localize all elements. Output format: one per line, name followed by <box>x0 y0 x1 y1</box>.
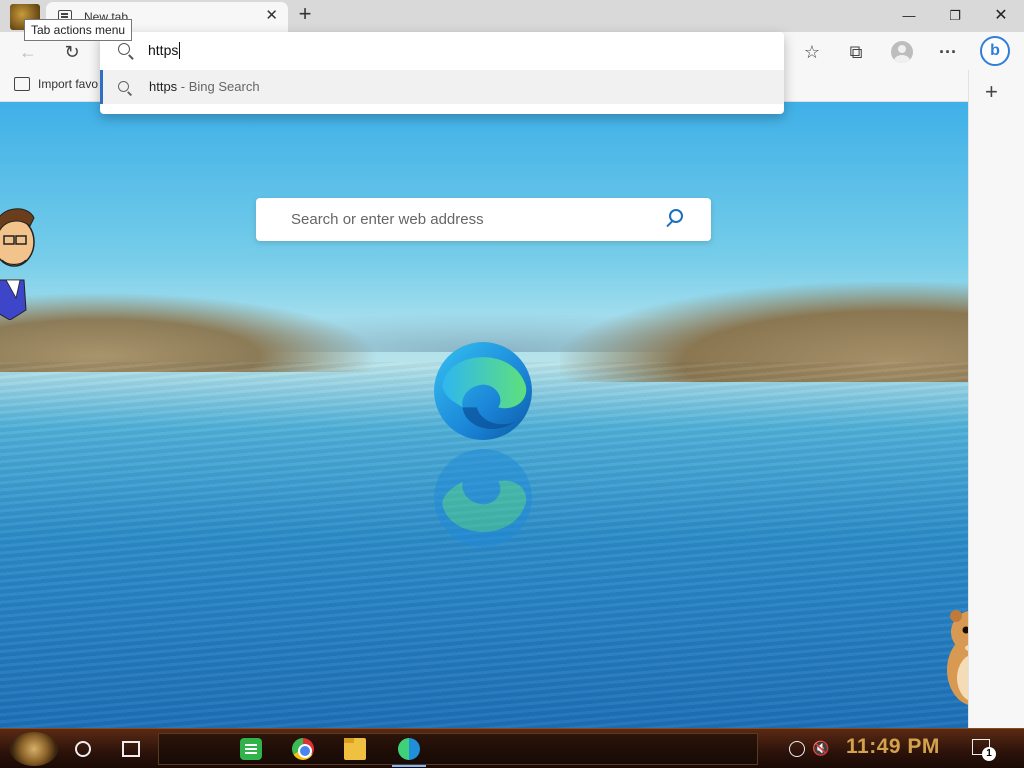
address-input[interactable]: https <box>148 42 181 59</box>
tab-actions-tooltip: Tab actions menu <box>24 19 133 41</box>
active-app-indicator <box>392 765 426 767</box>
address-bar[interactable]: https <box>100 32 784 70</box>
maximize-button[interactable]: ❐ <box>937 4 973 28</box>
background-hill-left <box>0 292 380 372</box>
taskbar: 🔇 11:49 PM 1 <box>0 728 1024 768</box>
more-menu-icon[interactable]: ··· <box>934 38 962 66</box>
edge-icon[interactable] <box>398 738 420 760</box>
ntp-search-placeholder: Search or enter web address <box>291 211 484 228</box>
desktop-character-mascot <box>0 208 35 320</box>
suggestion-source: - Bing Search <box>177 79 260 94</box>
task-view-icon[interactable] <box>122 741 140 757</box>
screen: New tab ✕ + — ❐ ✕ Tab actions menu ← ↻ ☆… <box>0 0 1024 768</box>
close-window-button[interactable]: ✕ <box>983 4 1019 28</box>
suggestion-query: https <box>149 79 178 94</box>
profile-button[interactable] <box>888 38 916 66</box>
desktop-hamster-mascot <box>947 610 968 705</box>
file-explorer-icon[interactable] <box>344 738 366 760</box>
notification-badge: 1 <box>982 747 996 761</box>
volume-muted-icon[interactable]: 🔇 <box>812 740 829 757</box>
ntp-search-box[interactable]: Search or enter web address <box>256 198 711 241</box>
search-icon <box>118 81 129 92</box>
avatar <box>891 41 913 63</box>
import-favorites-link[interactable]: Import favo <box>38 77 98 91</box>
sticky-notes-icon[interactable] <box>240 738 262 760</box>
suggestion-item[interactable]: https - Bing Search <box>100 70 784 104</box>
search-icon <box>118 43 130 55</box>
refresh-icon[interactable]: ↻ <box>58 38 86 66</box>
clock[interactable]: 11:49 PM <box>846 735 940 759</box>
bing-chat-icon[interactable]: b <box>980 36 1010 66</box>
address-bar-dropdown: https https - Bing Search <box>100 32 784 114</box>
sidebar: + <box>968 70 1024 728</box>
collections-icon[interactable]: ⧉ <box>842 38 870 66</box>
import-icon[interactable] <box>14 77 30 91</box>
new-tab-button[interactable]: + <box>294 3 316 26</box>
chrome-icon[interactable] <box>292 738 314 760</box>
network-icon[interactable] <box>789 741 805 757</box>
favorites-icon[interactable]: ☆ <box>798 38 826 66</box>
new-tab-page: Search or enter web address <box>0 102 968 728</box>
tab-close-icon[interactable]: ✕ <box>265 8 278 24</box>
cortana-icon[interactable] <box>75 741 91 757</box>
edge-logo-icon <box>434 342 532 440</box>
minimize-button[interactable]: — <box>891 4 927 28</box>
edge-logo-reflection <box>434 449 532 547</box>
search-icon[interactable] <box>669 209 683 223</box>
back-icon[interactable]: ← <box>14 38 42 66</box>
title-bar: New tab ✕ + — ❐ ✕ <box>0 0 1024 32</box>
start-button[interactable] <box>10 732 58 766</box>
suggestion-text: https - Bing Search <box>149 79 260 94</box>
sidebar-add-icon[interactable]: + <box>985 80 998 104</box>
